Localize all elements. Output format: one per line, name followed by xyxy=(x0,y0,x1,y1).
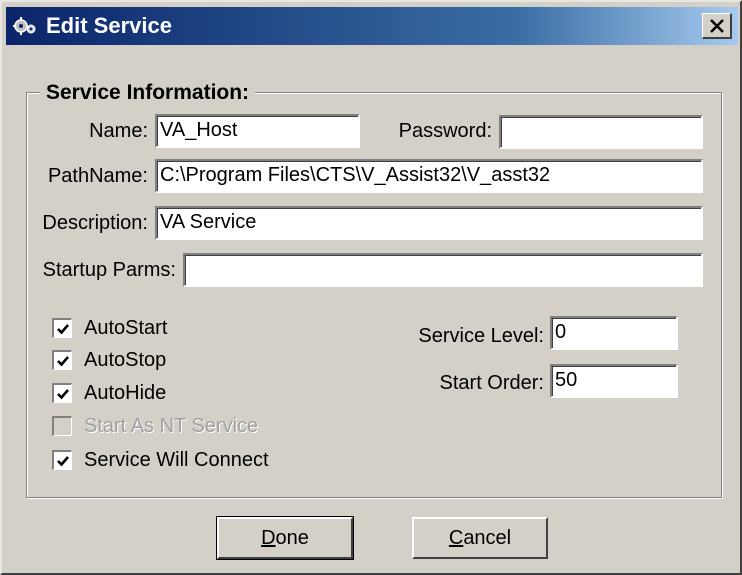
name-field[interactable]: VA_Host xyxy=(155,114,360,148)
cancel-mnemonic: C xyxy=(448,527,464,549)
edit-service-dialog: Edit Service Service Information: Name: … xyxy=(0,0,742,575)
autostart-checkbox[interactable] xyxy=(52,318,72,338)
service-level-label: Service Level: xyxy=(418,325,544,347)
done-label: one xyxy=(275,527,309,549)
password-label: Password: xyxy=(398,120,492,142)
autostop-checkbox[interactable] xyxy=(52,350,72,370)
cancel-label: ancel xyxy=(463,527,512,549)
done-mnemonic: D xyxy=(261,527,276,549)
start-order-field[interactable]: 50 xyxy=(550,364,678,398)
start-as-nt-service-label: Start As NT Service xyxy=(84,415,259,437)
start-as-nt-service-checkbox xyxy=(52,416,72,436)
title-bar[interactable]: Edit Service xyxy=(6,7,738,45)
start-order-label: Start Order: xyxy=(439,372,544,394)
service-will-connect-label[interactable]: Service Will Connect xyxy=(84,448,269,472)
password-field[interactable] xyxy=(499,115,703,149)
checkmark-icon xyxy=(57,324,69,335)
close-button[interactable] xyxy=(702,13,732,39)
service-level-field[interactable]: 0 xyxy=(550,316,678,350)
pathname-label: PathName: xyxy=(47,165,148,187)
autohide-label[interactable]: AutoHide xyxy=(84,381,166,405)
description-label: Description: xyxy=(42,212,148,234)
startup-parms-label: Startup Parms: xyxy=(42,259,176,281)
description-field[interactable]: VA Service xyxy=(155,206,703,240)
pathname-field[interactable]: C:\Program Files\CTS\V_Assist32\V_asst32 xyxy=(155,159,703,193)
gear-app-icon xyxy=(12,14,38,38)
window-title: Edit Service xyxy=(46,13,172,38)
autohide-checkbox[interactable] xyxy=(52,383,72,403)
close-icon xyxy=(710,19,724,33)
checkmark-icon xyxy=(57,356,69,367)
checkmark-icon xyxy=(57,456,69,467)
startup-parms-field[interactable] xyxy=(183,253,703,287)
checkmark-icon xyxy=(57,389,69,400)
service-will-connect-checkbox[interactable] xyxy=(52,450,72,470)
autostart-label[interactable]: AutoStart xyxy=(84,316,167,340)
cancel-button[interactable]: Cancel xyxy=(412,517,548,559)
done-button[interactable]: Done xyxy=(216,516,354,560)
autostop-label[interactable]: AutoStop xyxy=(84,348,166,372)
name-label: Name: xyxy=(89,120,148,142)
group-legend: Service Information: xyxy=(40,80,256,106)
